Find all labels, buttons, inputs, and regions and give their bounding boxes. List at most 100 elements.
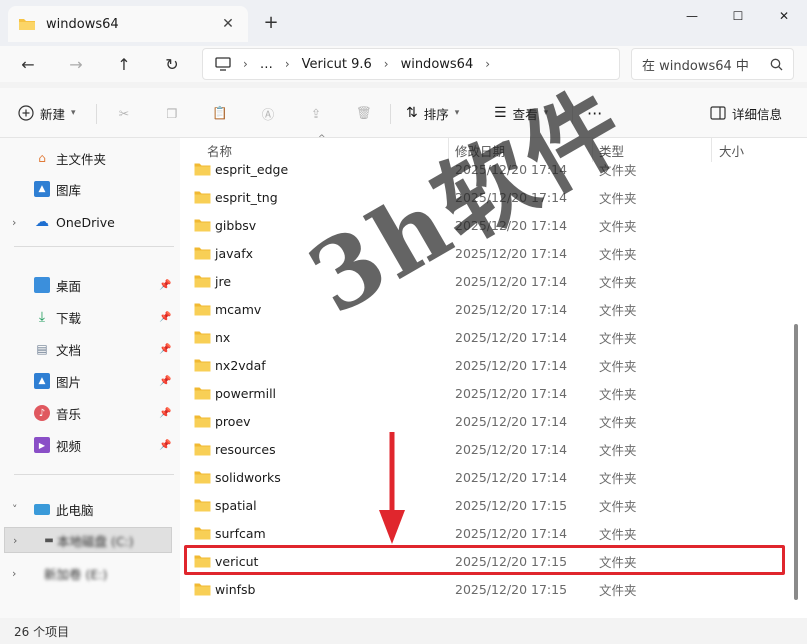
sidebar-label: 下载 [56, 310, 82, 326]
file-name: mcamv [215, 301, 262, 317]
back-button[interactable]: ← [14, 50, 42, 78]
sidebar-label: 图库 [56, 182, 82, 198]
sidebar-item-documents[interactable]: ▤ 文档 📌 [0, 336, 180, 362]
toolbar-divider [96, 104, 97, 124]
sidebar-item-gallery[interactable]: ▲ 图库 [0, 176, 180, 202]
navigation-pane: ⌂ 主文件夹 ▲ 图库 › ☁ OneDrive 桌面 📌 ⤓ 下载 📌 ▤ 文… [0, 138, 180, 618]
rename-button[interactable]: Ⓐ [256, 100, 280, 126]
file-type: 文件夹 [599, 414, 637, 430]
file-name: gibbsv [215, 217, 257, 233]
sidebar-divider [14, 246, 174, 247]
folder-icon [194, 443, 211, 456]
pin-icon[interactable]: 📌 [159, 280, 171, 291]
forward-button[interactable]: → [62, 50, 90, 78]
minimize-button[interactable]: — [669, 0, 715, 32]
new-label: 新建 [40, 106, 66, 122]
item-count: 26 个项目 [14, 625, 70, 639]
chevron-right-icon[interactable]: › [12, 567, 16, 580]
new-tab-button[interactable]: + [260, 12, 282, 34]
file-type: 文件夹 [599, 274, 637, 290]
table-row[interactable]: proev 2025/12/20 17:14 文件夹 [190, 407, 778, 435]
scrollbar-thumb[interactable] [794, 324, 798, 600]
chevron-right-icon[interactable]: › [13, 534, 17, 547]
sidebar-item-drive-c[interactable]: › ▬ 本地磁盘 (C:) [4, 527, 172, 553]
drive-icon: ▬ [44, 534, 54, 546]
table-row[interactable]: resources 2025/12/20 17:14 文件夹 [190, 435, 778, 463]
pin-icon[interactable]: 📌 [159, 408, 171, 419]
file-type: 文件夹 [599, 498, 637, 514]
tab-close-icon[interactable]: ✕ [218, 16, 238, 32]
sidebar-item-pictures[interactable]: ▲ 图片 📌 [0, 368, 180, 394]
sidebar-item-desktop[interactable]: 桌面 📌 [0, 272, 180, 298]
download-icon: ⤓ [38, 309, 46, 325]
new-button[interactable]: 新建 ▾ [18, 100, 76, 126]
table-row[interactable]: nx2vdaf 2025/12/20 17:14 文件夹 [190, 351, 778, 379]
sidebar-label: OneDrive [56, 214, 115, 230]
sidebar-divider [14, 474, 174, 475]
table-row[interactable]: winfsb 2025/12/20 17:15 文件夹 [190, 575, 778, 603]
plus-circle-icon [18, 105, 34, 121]
sidebar-item-videos[interactable]: ▶ 视频 📌 [0, 432, 180, 458]
sidebar-item-home[interactable]: ⌂ 主文件夹 [0, 145, 180, 171]
breadcrumb-more[interactable]: … [260, 57, 273, 72]
folder-icon [194, 163, 211, 176]
copy-button[interactable]: ❐ [160, 100, 184, 126]
sidebar-label: 本地磁盘 (C:) [57, 533, 134, 549]
sort-ascending-icon: ^ [318, 134, 326, 144]
file-date: 2025/12/20 17:14 [455, 357, 568, 373]
folder-icon [194, 499, 211, 512]
sidebar-item-downloads[interactable]: ⤓ 下载 📌 [0, 304, 180, 330]
table-row[interactable]: nx 2025/12/20 17:14 文件夹 [190, 323, 778, 351]
refresh-button[interactable]: ↻ [158, 50, 186, 78]
delete-button[interactable]: 🗑 [352, 100, 376, 126]
title-bar: windows64 ✕ + — ☐ ✕ [0, 0, 807, 46]
file-name: javafx [215, 245, 253, 261]
breadcrumb-windows64[interactable]: windows64 [401, 57, 474, 72]
sidebar-item-onedrive[interactable]: › ☁ OneDrive [0, 209, 180, 235]
share-button[interactable]: ⇪ [304, 100, 328, 126]
sidebar-item-drive-e[interactable]: › 新加卷 (E:) [0, 560, 180, 586]
table-row[interactable]: powermill 2025/12/20 17:14 文件夹 [190, 379, 778, 407]
maximize-button[interactable]: ☐ [715, 0, 761, 32]
folder-icon [194, 415, 211, 428]
rename-icon: Ⓐ [261, 106, 275, 122]
sidebar-label: 视频 [56, 438, 82, 454]
computer-icon [34, 503, 50, 515]
sidebar-item-music[interactable]: ♪ 音乐 📌 [0, 400, 180, 426]
file-date: 2025/12/20 17:14 [455, 385, 568, 401]
table-row[interactable]: jre 2025/12/20 17:14 文件夹 [190, 267, 778, 295]
search-input[interactable]: 在 windows64 中 [631, 48, 794, 80]
pin-icon[interactable]: 📌 [159, 376, 171, 387]
table-row[interactable]: surfcam 2025/12/20 17:14 文件夹 [190, 519, 778, 547]
music-icon: ♪ [34, 405, 50, 421]
share-icon: ⇪ [310, 105, 322, 121]
pin-icon[interactable]: 📌 [159, 440, 171, 451]
file-date: 2025/12/20 17:14 [455, 301, 568, 317]
chevron-right-icon: › [284, 57, 290, 71]
table-row[interactable]: spatial 2025/12/20 17:15 文件夹 [190, 491, 778, 519]
cut-button[interactable]: ✂ [112, 100, 136, 126]
up-button[interactable]: ↑ [110, 50, 138, 78]
table-row[interactable]: mcamv 2025/12/20 17:14 文件夹 [190, 295, 778, 323]
folder-icon [194, 275, 211, 288]
chevron-right-icon: › [383, 57, 389, 71]
copy-icon: ❐ [166, 105, 178, 121]
sidebar-item-thispc[interactable]: ˅ 此电脑 [0, 496, 180, 522]
table-row[interactable]: solidworks 2025/12/20 17:14 文件夹 [190, 463, 778, 491]
chevron-down-icon[interactable]: ˅ [12, 503, 18, 516]
tab-windows64[interactable]: windows64 ✕ [8, 6, 248, 42]
pin-icon[interactable]: 📌 [159, 344, 171, 355]
sort-icon: ⇅ [406, 105, 418, 121]
paste-button[interactable]: 📋 [208, 100, 232, 126]
close-window-button[interactable]: ✕ [761, 0, 807, 32]
chevron-down-icon: ▾ [71, 108, 76, 118]
chevron-right-icon: › [243, 57, 248, 71]
details-pane-button[interactable]: 详细信息 [710, 100, 782, 126]
chevron-right-icon[interactable]: › [485, 57, 490, 71]
arrow-down-icon [379, 432, 405, 544]
chevron-right-icon[interactable]: › [12, 216, 16, 229]
details-label: 详细信息 [732, 106, 783, 122]
breadcrumb-vericut[interactable]: Vericut 9.6 [302, 57, 372, 72]
pin-icon[interactable]: 📌 [159, 312, 171, 323]
file-name: esprit_edge [215, 161, 289, 177]
